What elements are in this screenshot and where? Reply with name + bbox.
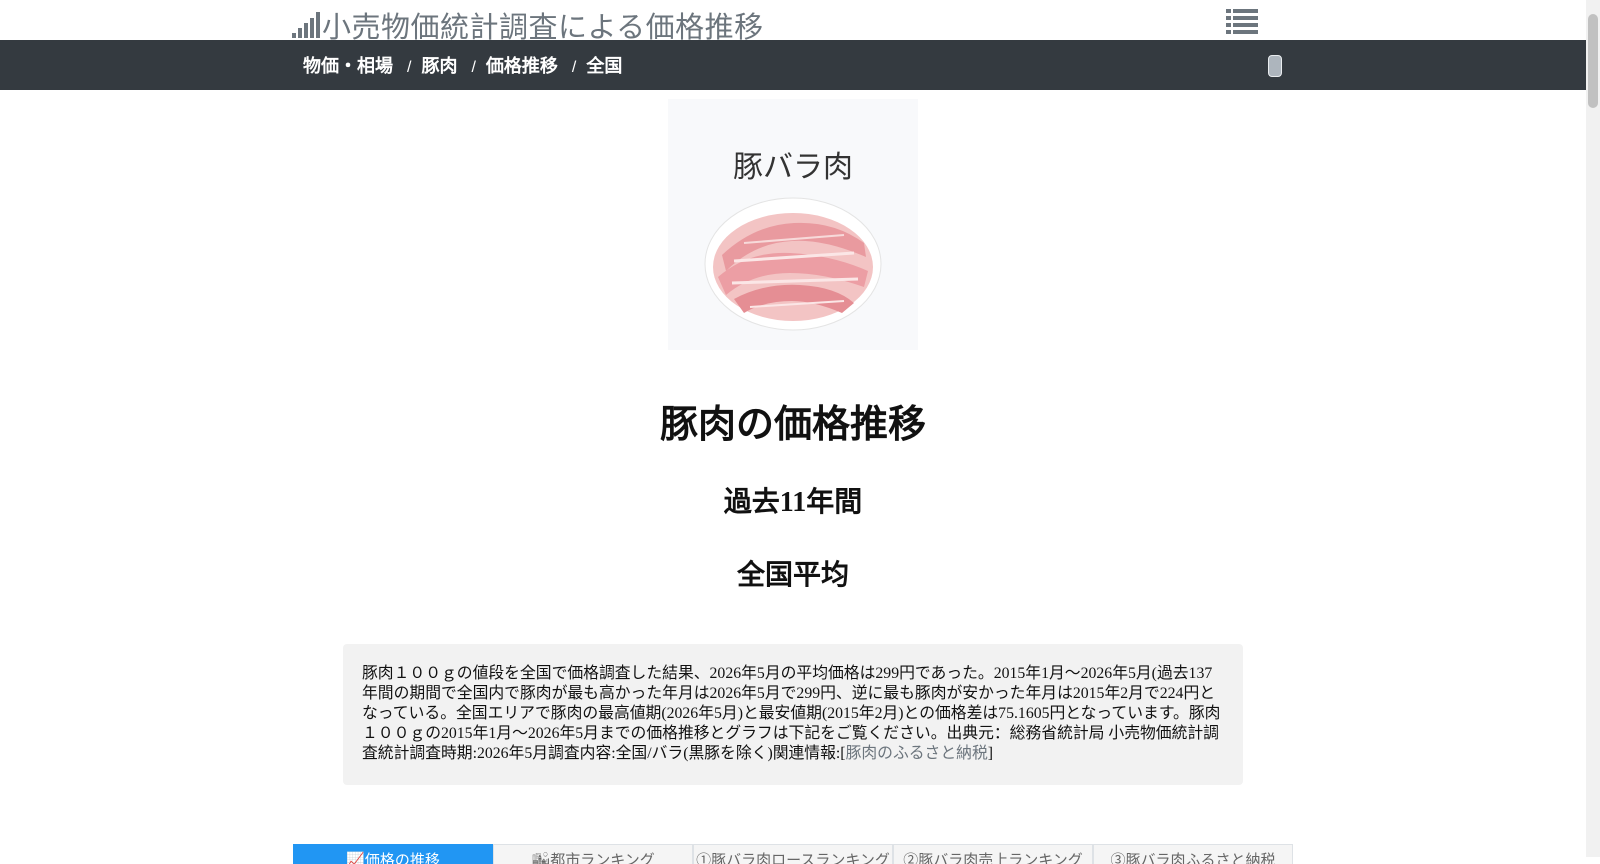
breadcrumb: 物価・相場 / 豚肉 / 価格推移 / 全国 — [303, 40, 622, 90]
breadcrumb-separator: / — [571, 59, 577, 76]
page-scrollbar[interactable] — [1586, 0, 1600, 857]
tab-sales-ranking[interactable]: ②豚バラ肉売上ランキング — [893, 844, 1093, 864]
furusato-tax-link[interactable]: 豚肉のふるさと納税 — [846, 745, 988, 762]
description-box: 豚肉１００ｇの値段を全国で価格調査した結果、2026年5月の平均価格は299円で… — [343, 644, 1243, 785]
tab-price-trend[interactable]: 📈価格の推移 — [293, 844, 493, 864]
content-tabs: 📈価格の推移 🏙都市ランキング ①豚バラ肉ロースランキング ②豚バラ肉売上ランキ… — [293, 844, 1293, 864]
list-icon[interactable] — [1226, 9, 1258, 35]
product-name: 豚バラ肉 — [733, 151, 853, 184]
nav-toggle-button[interactable] — [1268, 55, 1282, 77]
breadcrumb-item-price-trend[interactable]: 価格推移 — [486, 52, 558, 78]
scrollbar-thumb[interactable] — [1588, 14, 1598, 108]
breadcrumb-item-nationwide[interactable]: 全国 — [586, 52, 622, 78]
tab-furusato-tax[interactable]: ③豚バラ肉ふるさと納税 — [1093, 844, 1293, 864]
top-title-bar: 小売物価統計調査による価格推移 — [0, 0, 1586, 44]
description-body: 豚肉１００ｇの値段を全国で価格調査した結果、2026年5月の平均価格は299円で… — [362, 665, 1221, 762]
tab-loin-ranking[interactable]: ①豚バラ肉ロースランキング — [693, 844, 893, 864]
tab-city-ranking[interactable]: 🏙都市ランキング — [493, 844, 693, 864]
breadcrumb-separator: / — [471, 59, 476, 76]
breadcrumb-navbar: 物価・相場 / 豚肉 / 価格推移 / 全国 — [0, 40, 1586, 90]
description-bracket: ] — [987, 745, 994, 762]
page-title: 豚肉の価格推移 — [659, 404, 926, 446]
period-heading: 過去11年間 — [723, 487, 863, 518]
signal-bars-icon — [292, 12, 320, 38]
breadcrumb-item-pork[interactable]: 豚肉 — [421, 52, 457, 78]
description-text: 豚肉１００ｇの値段を全国で価格調査した結果、2026年5月の平均価格は299円で… — [362, 664, 1223, 764]
product-card: 豚バラ肉 — [668, 99, 918, 350]
breadcrumb-item-prices[interactable]: 物価・相場 — [303, 52, 393, 78]
pork-belly-image — [704, 197, 882, 331]
area-heading: 全国平均 — [736, 560, 849, 591]
breadcrumb-separator: / — [407, 59, 412, 76]
